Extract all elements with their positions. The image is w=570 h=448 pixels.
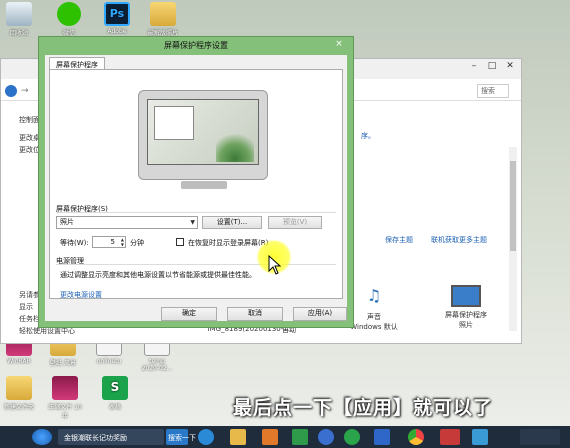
close-icon[interactable]: × [327, 38, 351, 51]
chat-icon[interactable] [344, 429, 360, 445]
scrollbar-thumb[interactable] [510, 161, 516, 251]
desktop-icon-spreadsheet[interactable]: S 表格 [98, 376, 132, 411]
desktop-icon-label: 壁纸 风景 [50, 360, 76, 367]
folder-icon[interactable] [230, 429, 246, 445]
resume-checkbox[interactable] [176, 238, 184, 246]
sidebar-link[interactable]: 任务栏 [19, 314, 40, 324]
preview-window [154, 106, 194, 140]
desktop-icon-label: 回收站 [9, 30, 28, 37]
recorder-icon[interactable] [440, 429, 460, 445]
desktop-icon-label: 新建文件夹 [3, 404, 34, 411]
wechat-icon [57, 2, 81, 26]
dialog-title: 屏幕保护程序设置 [164, 41, 228, 50]
desktop-icon-label: 表格 [108, 404, 121, 411]
divider [56, 212, 336, 213]
media-icon[interactable] [262, 429, 278, 445]
power-description: 通过调整显示亮度和其他电源设置以节省能源或提供最佳性能。 [60, 271, 256, 279]
scrollbar[interactable] [509, 147, 517, 331]
taskbar-item-label: 金银潮联长记功奖励 [64, 434, 127, 442]
stepper-arrows-icon[interactable]: ▲ ▼ [121, 237, 124, 247]
desktop-icon-label: WinRAR [7, 358, 31, 365]
monitor-stand [181, 181, 227, 189]
folder-icon [150, 2, 176, 26]
more-themes-link[interactable]: 联机获取更多主题 [431, 235, 487, 245]
desktop-icon-label: temp 2020-02... [141, 358, 173, 372]
desktop-icon-recycle[interactable]: 回收站 [2, 2, 36, 37]
desktop-icon-label: 压缩文件 10年 [48, 404, 82, 420]
recycle-bin-icon [6, 2, 32, 26]
resume-label: 在恢复时显示登录屏幕(R) [188, 239, 269, 247]
desktop-icon-wechat[interactable]: 微信 [52, 2, 86, 37]
sidebar-item[interactable]: 更改桌 [19, 133, 40, 143]
wait-label: 等待(W): [60, 239, 89, 247]
word-icon[interactable] [374, 429, 390, 445]
browser-icon[interactable] [198, 429, 214, 445]
taskbar-item-label: 搜索一下 [168, 434, 196, 442]
wait-value: 5 [110, 238, 115, 246]
screensaver-item[interactable]: 屏幕保护程序 照片 [433, 285, 499, 330]
screensaver-dialog: 屏幕保护程序设置 × 屏幕保护程序 屏幕保护程序(S) 照片 ▼ 设置(T)..… [38, 36, 354, 328]
wait-unit: 分钟 [130, 239, 144, 247]
screensaver-select[interactable]: 照片 ▼ [56, 216, 198, 229]
taskbar-item[interactable]: 金银潮联长记功奖励 [58, 429, 164, 445]
tab-panel: 屏幕保护程序(S) 照片 ▼ 设置(T)... 预览(V) 等待(W): 5 ▲… [49, 69, 343, 299]
back-arrow-icon[interactable] [5, 85, 17, 97]
start-orb-icon[interactable] [32, 429, 52, 445]
tray-icons[interactable] [520, 429, 560, 445]
mouse-cursor-icon [268, 255, 282, 275]
sidebar-item[interactable]: 更改位 [19, 145, 40, 155]
desktop-icon-folder[interactable]: 新建文件夹 [2, 376, 36, 411]
chrome-icon[interactable] [408, 429, 424, 445]
description-text: 序。 [361, 132, 375, 140]
tool-icon[interactable] [472, 429, 488, 445]
apply-button[interactable]: 应用(A) [293, 307, 347, 321]
winrar-icon [52, 376, 78, 400]
maximize-icon[interactable]: □ [485, 61, 499, 73]
save-theme-link[interactable]: 保存主题 [385, 235, 413, 245]
preview-button[interactable]: 预览(V) [268, 216, 322, 229]
preview-screen [147, 99, 259, 165]
thumb-sublabel: 照片 [459, 321, 473, 329]
desktop-icon-photoshop[interactable]: Ps Adobe [100, 2, 134, 35]
spreadsheet-icon: S [102, 376, 128, 400]
wait-stepper[interactable]: 5 ▲ ▼ [92, 236, 126, 248]
cancel-button[interactable]: 取消 [227, 307, 283, 321]
dialog-titlebar: 屏幕保护程序设置 × [39, 37, 353, 53]
close-icon[interactable]: ✕ [503, 61, 517, 73]
sidebar-item[interactable]: 控制面 [19, 115, 40, 125]
desktop-icon-winrar[interactable]: 压缩文件 10年 [48, 376, 82, 420]
preview-plant [216, 128, 254, 162]
app-icon[interactable] [318, 429, 334, 445]
screensaver-select-value: 照片 [60, 218, 74, 226]
thumb-label: 屏幕保护程序 [445, 311, 487, 319]
change-power-settings-link[interactable]: 更改电源设置 [60, 290, 102, 300]
sidebar-link[interactable]: 显示 [19, 302, 33, 312]
forward-arrow-icon[interactable]: → [21, 86, 29, 96]
chevron-down-icon: ▼ [190, 219, 195, 226]
ok-button[interactable]: 确定 [161, 307, 217, 321]
search-input[interactable]: 搜索 [477, 84, 509, 98]
desktop-icon-label: onlinetu [96, 358, 122, 365]
folder-icon [6, 376, 32, 400]
taskbar-item[interactable]: 搜索一下 [166, 429, 196, 445]
dialog-body: 屏幕保护程序 屏幕保护程序(S) 照片 ▼ 设置(T)... 预览(V) 等待(… [45, 55, 347, 321]
photoshop-icon: Ps [104, 2, 130, 26]
divider [56, 264, 336, 265]
sidebar-heading: 另请参 [19, 291, 40, 299]
settings-button[interactable]: 设置(T)... [202, 216, 262, 229]
desktop-icon-label: Adobe [107, 28, 127, 35]
preview-monitor [138, 90, 268, 189]
minimize-icon[interactable]: – [467, 61, 481, 73]
desktop-icon-folder[interactable]: 破解版照片 [146, 2, 180, 37]
video-caption: 最后点一下【应用】就可以了 [233, 397, 494, 419]
taskbar: 金银潮联长记功奖励 搜索一下 [0, 426, 570, 448]
music-notes-icon: ♫ [366, 286, 382, 305]
spreadsheet-icon[interactable] [292, 429, 308, 445]
screensaver-monitor-icon [451, 285, 481, 307]
